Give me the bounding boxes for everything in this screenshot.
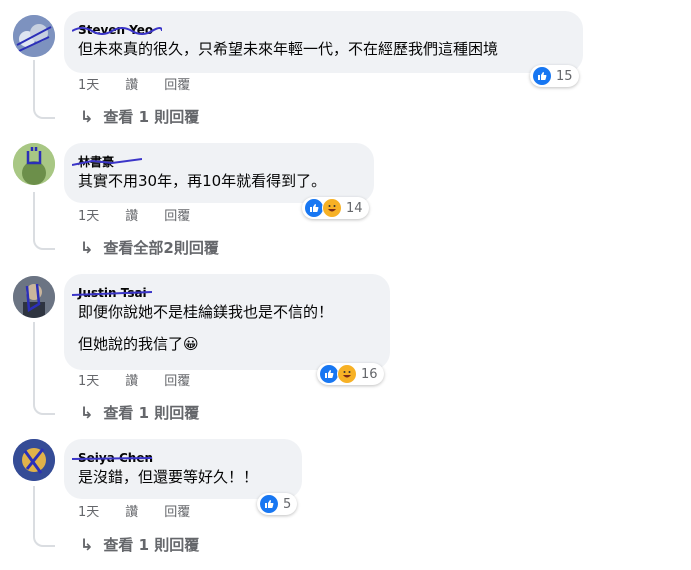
avatar[interactable]	[13, 439, 55, 481]
reply-button[interactable]: 回覆	[164, 208, 190, 226]
timestamp[interactable]: 1天	[78, 504, 99, 522]
comment-text: 但她說的我信了😀	[78, 335, 199, 353]
reaction-count: 16	[361, 366, 378, 382]
timestamp[interactable]: 1天	[78, 373, 99, 391]
comment-bubble: Steven Yeo 但未來真的很久，只希望未來年輕一代，不在經歷我們這種困境	[64, 11, 583, 73]
comment-text: 即便你說她不是桂綸鎂我也是不信的！	[78, 303, 334, 321]
comment-author[interactable]: 林書豪	[72, 154, 142, 170]
avatar[interactable]	[13, 143, 55, 185]
like-button[interactable]: 讚	[125, 373, 138, 391]
reply-arrow-icon: ↳	[80, 107, 94, 126]
like-icon	[532, 66, 552, 86]
thread-line	[33, 192, 55, 250]
comment-actions: 1天 讚 回覆	[78, 373, 190, 391]
comment-bubble: Seiya Chen 是沒錯，但還要等好久！！	[64, 439, 302, 499]
like-icon	[319, 364, 339, 384]
reaction-summary[interactable]: 15	[530, 65, 579, 87]
comment-text: 是沒錯，但還要等好久！！	[78, 468, 259, 486]
timestamp[interactable]: 1天	[78, 77, 99, 95]
comment-actions: 1天 讚 回覆	[78, 208, 190, 226]
like-button[interactable]: 讚	[125, 504, 138, 522]
like-button[interactable]: 讚	[125, 77, 138, 95]
like-icon	[259, 494, 279, 514]
thread-line	[33, 322, 55, 415]
comment-author[interactable]: Steven Yeo	[72, 22, 162, 38]
reaction-count: 14	[346, 200, 363, 216]
reaction-count: 15	[556, 68, 573, 84]
view-replies-link[interactable]: ↳ 查看 1 則回覆	[80, 535, 199, 555]
view-replies-link[interactable]: ↳ 查看 1 則回覆	[80, 107, 199, 127]
haha-icon	[337, 364, 357, 384]
thread-line	[33, 486, 55, 547]
comment-bubble: 林書豪 其實不用30年，再10年就看得到了。	[64, 143, 374, 203]
reply-arrow-icon: ↳	[80, 403, 94, 422]
comment-author[interactable]: Seiya Chen	[72, 450, 153, 466]
reply-button[interactable]: 回覆	[164, 77, 190, 95]
comment-text: 但未來真的很久，只希望未來年輕一代，不在經歷我們這種困境	[78, 40, 499, 58]
reaction-summary[interactable]: 16	[317, 363, 384, 385]
comment-bubble: Justin Tsai 即便你說她不是桂綸鎂我也是不信的！ 但她說的我信了😀	[64, 274, 390, 370]
view-replies-link[interactable]: ↳ 查看全部2則回覆	[80, 238, 219, 258]
comment-actions: 1天 讚 回覆	[78, 504, 190, 522]
reaction-summary[interactable]: 14	[302, 197, 369, 219]
reply-button[interactable]: 回覆	[164, 373, 190, 391]
reply-arrow-icon: ↳	[80, 535, 94, 554]
timestamp[interactable]: 1天	[78, 208, 99, 226]
comment-actions: 1天 讚 回覆	[78, 77, 190, 95]
comment-text: 其實不用30年，再10年就看得到了。	[78, 172, 327, 190]
view-replies-link[interactable]: ↳ 查看 1 則回覆	[80, 403, 199, 423]
like-icon	[304, 198, 324, 218]
comment-author[interactable]: Justin Tsai	[72, 285, 152, 301]
haha-icon	[322, 198, 342, 218]
thread-line	[33, 60, 55, 119]
avatar[interactable]	[13, 276, 55, 318]
reaction-count: 5	[283, 496, 292, 512]
reply-arrow-icon: ↳	[80, 238, 94, 257]
avatar[interactable]	[13, 15, 55, 57]
like-button[interactable]: 讚	[125, 208, 138, 226]
reply-button[interactable]: 回覆	[164, 504, 190, 522]
reaction-summary[interactable]: 5	[257, 493, 298, 515]
